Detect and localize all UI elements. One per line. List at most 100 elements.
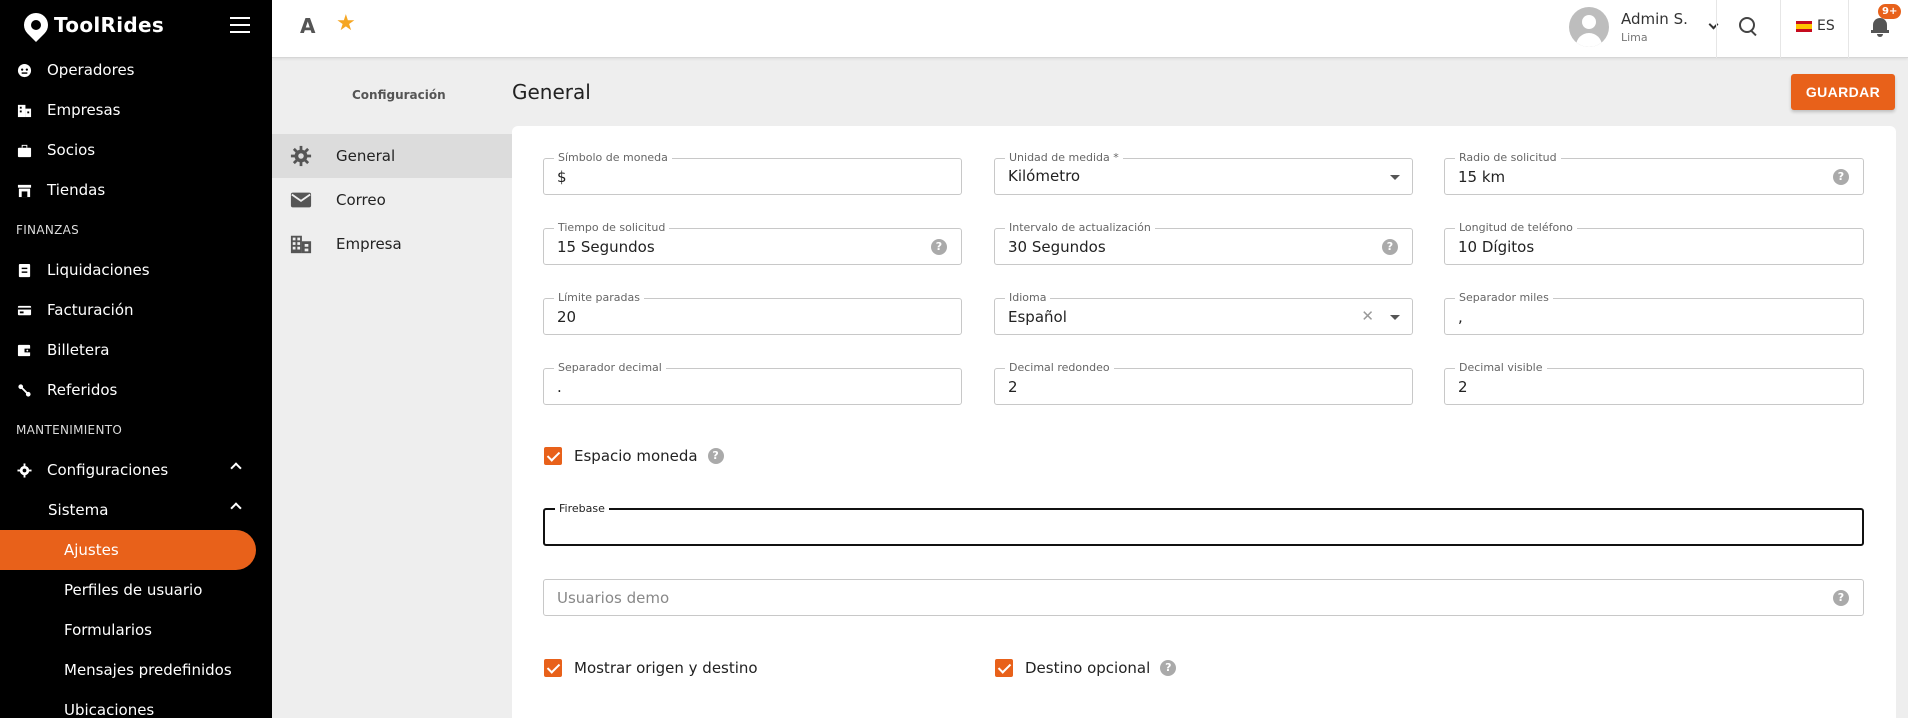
decimal-visible-field[interactable]: Decimal visible 2 — [1444, 362, 1864, 405]
gear-icon — [290, 145, 312, 167]
brand: ToolRides — [0, 0, 272, 50]
help-icon[interactable]: ? — [1160, 660, 1177, 676]
language-label: ES — [1817, 18, 1835, 34]
decimal-rounding-field[interactable]: Decimal redondeo 2 — [994, 362, 1413, 405]
settings-nav: General Correo Empresa — [272, 134, 512, 266]
checkbox-label: Destino opcional — [1025, 659, 1151, 677]
field-value: 2 — [1008, 378, 1018, 396]
notification-badge: 9+ — [1878, 4, 1902, 19]
sidebar-item-mensajes[interactable]: Mensajes predefinidos — [0, 650, 272, 690]
settings-tab-correo[interactable]: Correo — [272, 178, 512, 222]
sidebar-nav: Operadores Empresas Socios Tiendas FINAN… — [0, 50, 272, 718]
sidebar-item-socios[interactable]: Socios — [0, 130, 272, 170]
store-icon — [16, 182, 32, 198]
field-value: , — [1458, 308, 1463, 326]
unit-select[interactable]: Unidad de medida * Kilómetro — [994, 152, 1413, 195]
request-time-field[interactable]: Tiempo de solicitud 15 Segundos ? — [543, 222, 962, 265]
dropdown-arrow-icon[interactable] — [1390, 175, 1400, 180]
user-name: Admin S. — [1621, 10, 1688, 28]
sidebar-item-tiendas[interactable]: Tiendas — [0, 170, 272, 210]
settings-nav-title: Configuración — [352, 88, 446, 102]
currency-space-checkbox[interactable]: Espacio moneda ? — [544, 447, 724, 465]
section-mantenimiento: MANTENIMIENTO — [16, 423, 123, 437]
field-value: Español — [1008, 308, 1067, 326]
sidebar-item-label: Operadores — [47, 61, 135, 79]
sidebar-item-perfiles[interactable]: Perfiles de usuario — [0, 570, 272, 610]
field-label: Límite paradas — [554, 292, 644, 304]
menu-toggle-icon[interactable] — [230, 17, 250, 33]
phone-length-field[interactable]: Longitud de teléfono 10 Dígitos — [1444, 222, 1864, 265]
sidebar-item-sistema[interactable]: Sistema — [0, 490, 272, 530]
sidebar-item-configuraciones[interactable]: Configuraciones — [0, 450, 272, 490]
sidebar-item-facturacion[interactable]: Facturación — [0, 290, 272, 330]
field-value: 15 km — [1458, 168, 1506, 186]
flag-es-icon — [1796, 20, 1812, 32]
gear-icon — [16, 462, 32, 478]
settings-tab-general[interactable]: General — [272, 134, 512, 178]
sidebar-item-label: Mensajes predefinidos — [64, 661, 232, 679]
sidebar-item-label: Ajustes — [64, 541, 119, 559]
user-menu[interactable]: Admin S. Lima — [1569, 7, 1719, 47]
sidebar-item-empresas[interactable]: Empresas — [0, 90, 272, 130]
help-icon[interactable]: ? — [1833, 590, 1849, 606]
help-icon[interactable]: ? — [931, 239, 947, 255]
firebase-input[interactable]: Firebase — [543, 503, 1864, 546]
sidebar-item-label: Billetera — [47, 341, 110, 359]
help-icon[interactable]: ? — [1833, 169, 1849, 185]
page-title: General — [512, 80, 591, 104]
sidebar-item-label: Referidos — [47, 381, 118, 399]
checkbox-label: Mostrar origen y destino — [574, 659, 758, 677]
decimal-separator-field[interactable]: Separador decimal . — [543, 362, 962, 405]
update-interval-field[interactable]: Intervalo de actualización 30 Segundos ? — [994, 222, 1413, 265]
sidebar-item-label: Ubicaciones — [64, 701, 155, 718]
optional-destination-checkbox[interactable]: Destino opcional ? — [995, 659, 1177, 677]
sidebar: ToolRides Operadores Empresas Socios Tie… — [0, 0, 272, 718]
favorite-star-icon[interactable]: ★ — [336, 11, 356, 36]
sidebar-item-label: Sistema — [48, 501, 109, 519]
field-value: 10 Dígitos — [1458, 238, 1535, 256]
show-origin-destination-checkbox[interactable]: Mostrar origen y destino — [544, 659, 758, 677]
font-size-icon[interactable]: A — [300, 14, 315, 38]
sidebar-item-label: Socios — [47, 141, 96, 159]
bell-icon[interactable] — [1870, 16, 1890, 38]
companies-icon — [16, 102, 32, 118]
sidebar-item-ajustes[interactable]: Ajustes — [0, 530, 256, 570]
dropdown-arrow-icon[interactable] — [1390, 315, 1400, 320]
sidebar-item-label: Formularios — [64, 621, 152, 639]
sidebar-item-referidos[interactable]: Referidos — [0, 370, 272, 410]
referral-icon — [16, 382, 32, 398]
field-label: Idioma — [1005, 292, 1051, 304]
save-button[interactable]: GUARDAR — [1791, 74, 1895, 110]
sidebar-item-billetera[interactable]: Billetera — [0, 330, 272, 370]
stops-limit-field[interactable]: Límite paradas 20 — [543, 292, 962, 335]
radius-field[interactable]: Radio de solicitud 15 km ? — [1444, 152, 1864, 195]
credit-card-icon — [16, 302, 32, 318]
settings-tab-empresa[interactable]: Empresa — [272, 222, 512, 266]
field-label: Decimal redondeo — [1005, 362, 1114, 374]
settings-tab-label: Empresa — [336, 235, 402, 253]
user-info: Admin S. Lima — [1621, 10, 1688, 44]
sidebar-item-operadores[interactable]: Operadores — [0, 50, 272, 90]
checkbox-checked-icon — [544, 659, 562, 677]
language-selector[interactable]: ES — [1796, 18, 1835, 34]
checkbox-checked-icon — [544, 447, 562, 465]
currency-symbol-field[interactable]: Símbolo de moneda $ — [543, 152, 962, 195]
field-value: Kilómetro — [1008, 167, 1081, 185]
receipt-icon — [16, 262, 32, 278]
mail-icon — [290, 192, 312, 208]
sidebar-item-label: Tiendas — [47, 181, 106, 199]
language-select[interactable]: Idioma Español ✕ — [994, 292, 1413, 335]
sidebar-item-formularios[interactable]: Formularios — [0, 610, 272, 650]
sidebar-item-ubicaciones[interactable]: Ubicaciones — [0, 690, 272, 718]
thousands-separator-field[interactable]: Separador miles , — [1444, 292, 1864, 335]
search-icon[interactable] — [1738, 16, 1758, 36]
help-icon[interactable]: ? — [707, 448, 724, 464]
demo-users-input[interactable]: Usuarios demo ? — [543, 579, 1864, 616]
sidebar-item-liquidaciones[interactable]: Liquidaciones — [0, 250, 272, 290]
divider — [1848, 0, 1849, 58]
sidebar-item-label: Empresas — [47, 101, 121, 119]
clear-icon[interactable]: ✕ — [1361, 307, 1374, 325]
help-icon[interactable]: ? — [1382, 239, 1398, 255]
operators-icon — [16, 62, 32, 78]
topbar: A ★ Admin S. Lima ES 9+ — [272, 0, 1908, 58]
